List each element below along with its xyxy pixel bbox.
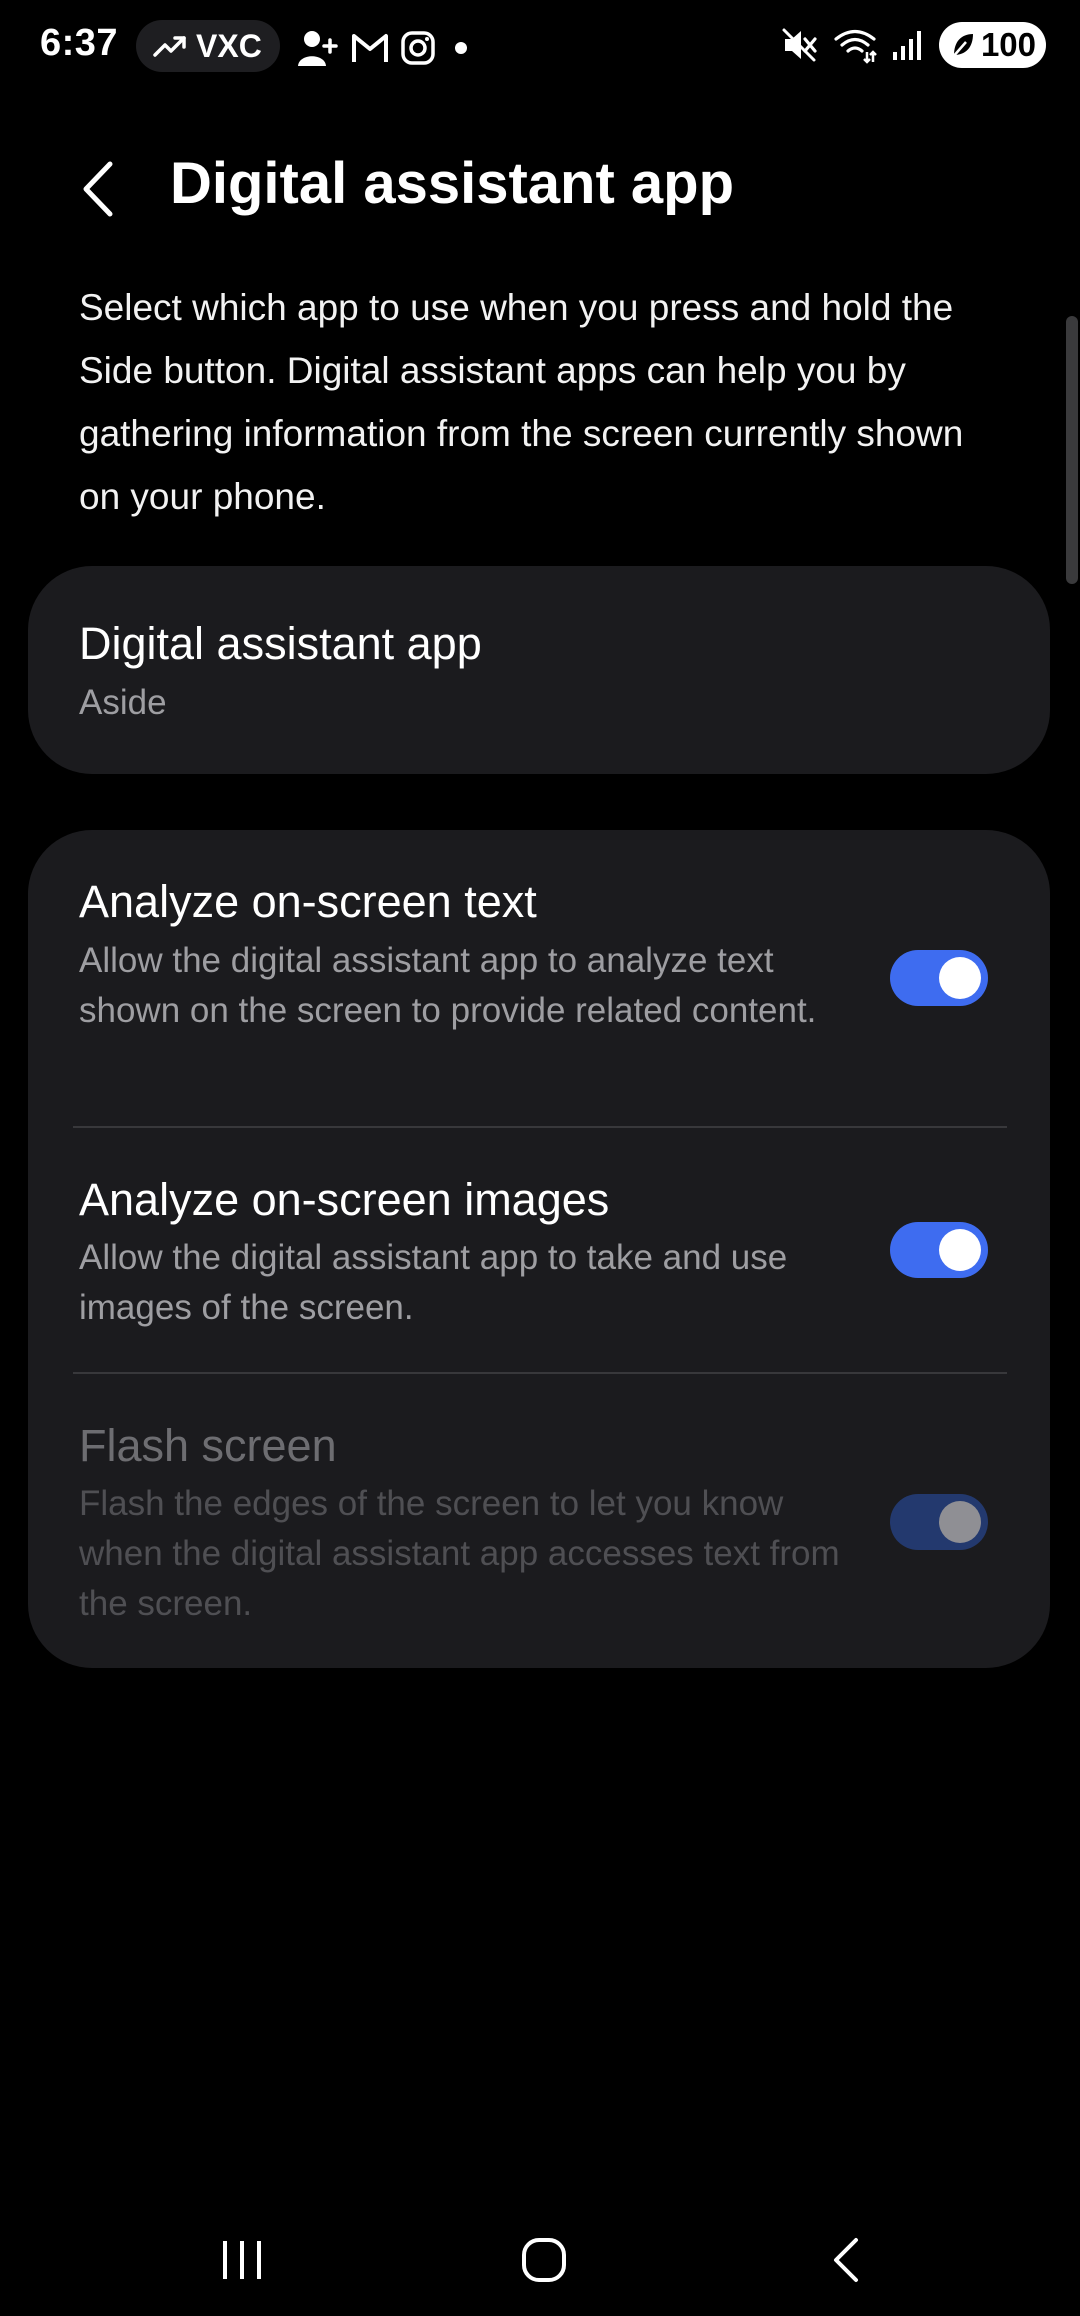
toggle-knob (939, 1501, 981, 1543)
notification-icons (296, 28, 476, 68)
status-time: 6:37 (40, 22, 119, 64)
wifi-icon (834, 29, 877, 64)
analyze-text-toggle[interactable] (890, 950, 988, 1006)
home-icon (522, 2238, 566, 2282)
setting-description: Allow the digital assistant app to analy… (79, 941, 817, 1030)
page-description: Select which app to use when you press a… (79, 287, 964, 517)
assistant-app-value: Aside (79, 683, 167, 722)
setting-title: Analyze on-screen images (79, 1174, 610, 1225)
scrollbar[interactable] (1066, 316, 1078, 584)
gmail-icon (352, 34, 388, 62)
analyze-images-toggle[interactable] (890, 1222, 988, 1278)
system-status-icons: 100 (781, 22, 1046, 68)
signal-icon (892, 31, 921, 60)
setting-title: Flash screen (79, 1420, 337, 1471)
navigation-bar (0, 2200, 1080, 2316)
nav-back-button[interactable] (806, 2230, 886, 2290)
divider (73, 1126, 1007, 1128)
page-title: Digital assistant app (170, 151, 735, 216)
stock-ticker-chip[interactable]: VXC (136, 20, 280, 72)
toggle-knob (939, 957, 981, 999)
mute-icon (782, 28, 817, 62)
add-contact-icon (298, 31, 338, 66)
toggle-knob (939, 1229, 981, 1271)
divider (73, 1372, 1007, 1374)
back-arrow-icon (83, 161, 113, 217)
setting-description: Flash the edges of the screen to let you… (79, 1484, 840, 1623)
battery-saver-icon (950, 34, 973, 59)
instagram-icon (401, 31, 435, 65)
assistant-settings-card: Analyze on-screen text Allow the digital… (28, 830, 1050, 1668)
battery-indicator: 100 (938, 22, 1046, 68)
setting-title: Analyze on-screen text (79, 876, 537, 927)
assistant-app-selector[interactable]: Digital assistant app Aside (28, 566, 1050, 774)
recents-icon (223, 2241, 261, 2279)
nav-back-icon (834, 2238, 858, 2282)
status-bar: 6:37 VXC 100 (0, 0, 1080, 96)
battery-level: 100 (980, 26, 1036, 63)
flash-screen-toggle (890, 1494, 988, 1550)
recents-button[interactable] (202, 2230, 282, 2290)
assistant-app-label: Digital assistant app (79, 618, 482, 669)
trending-up-icon (153, 36, 186, 57)
home-button[interactable] (504, 2230, 584, 2290)
dot-icon (455, 42, 467, 54)
ticker-label: VXC (196, 27, 262, 64)
setting-description: Allow the digital assistant app to take … (79, 1238, 788, 1327)
back-button[interactable] (68, 154, 128, 224)
